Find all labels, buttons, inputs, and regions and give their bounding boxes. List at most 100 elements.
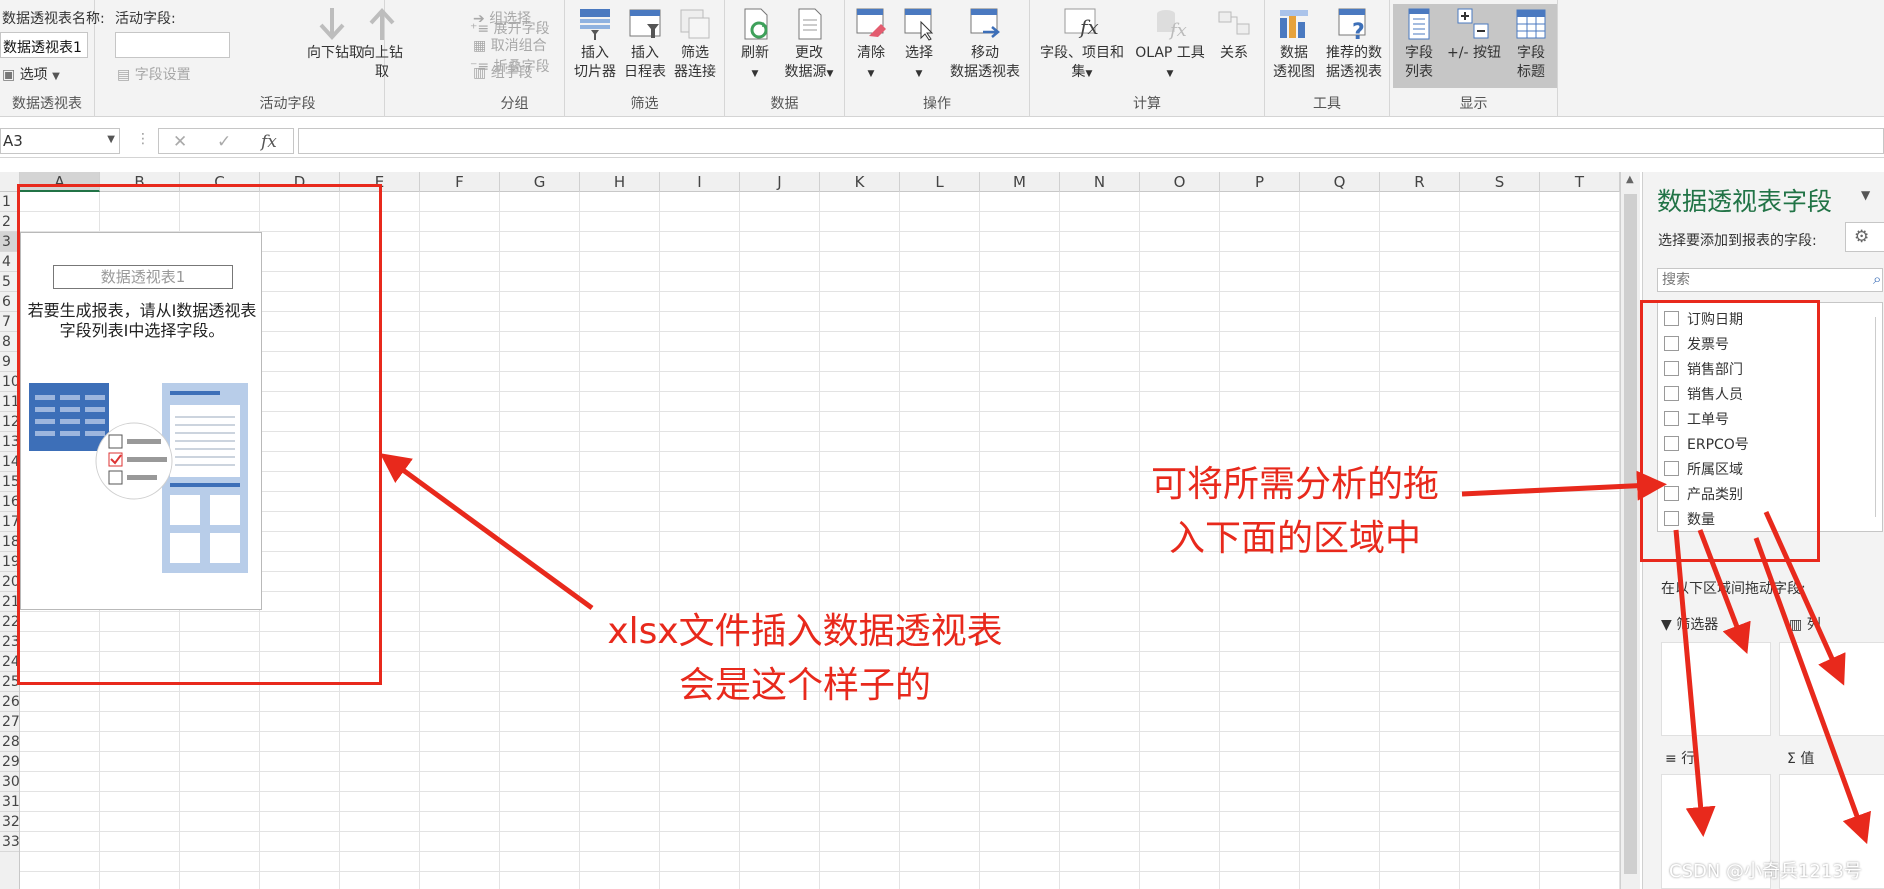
insert-function-icon[interactable]: fx [261, 132, 277, 152]
formula-buttons: ✕ ✓ fx [158, 128, 294, 154]
field-list-scrollbar[interactable] [1875, 317, 1884, 517]
row-header[interactable]: 32 [0, 812, 19, 832]
filters-label: 筛选器 [1676, 617, 1719, 633]
column-header[interactable]: Q [1300, 172, 1380, 192]
field-list-button[interactable]: 字段 列表 [1396, 6, 1442, 82]
column-header[interactable]: K [820, 172, 900, 192]
column-header[interactable]: N [1060, 172, 1140, 192]
group-label-calculations: 计算 [1133, 96, 1161, 112]
more-icon: ⋮ [136, 131, 150, 147]
ungroup-label: 取消组合 [490, 38, 547, 54]
row-header[interactable]: 33 [0, 832, 19, 852]
ungroup-button[interactable]: ▦ 取消组合 [473, 35, 547, 55]
insert-timeline-button[interactable]: 插入 日程表 [621, 6, 669, 82]
row-header[interactable]: 29 [0, 752, 19, 772]
pivot-chart-label-2: 透视图 [1273, 64, 1315, 80]
sigma-icon: Σ [1787, 751, 1796, 767]
options-icon: ▣ [2, 67, 16, 83]
filter-connections-label-2: 器连接 [674, 64, 716, 80]
pivot-chart-label-1: 数据 [1280, 45, 1308, 61]
column-header[interactable]: G [500, 172, 580, 192]
column-header[interactable]: T [1540, 172, 1620, 192]
row-header[interactable]: 28 [0, 732, 19, 752]
group-field-button[interactable]: ▥ 组字段 [473, 62, 533, 82]
relationships-button[interactable]: 关系 [1210, 6, 1258, 63]
group-label-data: 数据 [770, 96, 799, 112]
row-header[interactable]: 27 [0, 712, 19, 732]
svg-text:fx: fx [1168, 20, 1187, 41]
options-button[interactable]: ▣ 选项 ▼ [2, 64, 60, 84]
chevron-down-icon: ▼ [751, 69, 759, 79]
columns-area-header: ▥ 列 [1789, 614, 1821, 634]
field-list-icon [1408, 8, 1430, 40]
excel-window: 数据透视表名称: 数据透视表1 ▣ 选项 ▼ 数据透视表 活动字段: ▤ 字段设… [0, 0, 1884, 889]
column-header[interactable]: M [980, 172, 1060, 192]
column-header[interactable]: L [900, 172, 980, 192]
drill-down-button[interactable]: 向下钻取 [307, 6, 363, 63]
field-settings-button[interactable]: ▤ 字段设置 [117, 64, 191, 84]
column-header[interactable]: R [1380, 172, 1460, 192]
filter-connections-label-1: 筛选 [681, 45, 709, 61]
move-pivot-button[interactable]: 移动 数据透视表 [945, 6, 1025, 82]
svg-text:fx: fx [1078, 15, 1099, 39]
column-header[interactable]: F [420, 172, 500, 192]
column-header[interactable]: H [580, 172, 660, 192]
enter-icon[interactable]: ✓ [217, 132, 231, 152]
recommended-pivot-icon: ? [1338, 8, 1366, 42]
ungroup-icon: ▦ [473, 38, 487, 54]
drill-up-button[interactable]: 向上钻 取 [359, 6, 405, 82]
insert-slicer-label-2: 切片器 [574, 64, 616, 80]
column-header[interactable]: J [740, 172, 820, 192]
recommended-label-2: 据透视表 [1326, 64, 1382, 80]
relationships-icon [1218, 11, 1250, 35]
drill-up-label-2: 取 [375, 64, 389, 80]
row-header[interactable]: 26 [0, 692, 19, 712]
drill-up-label-1: 向上钻 [361, 45, 403, 61]
watermark: CSDN @小奇兵1213号 [1669, 861, 1862, 882]
panel-settings-button[interactable]: ⚙ [1845, 222, 1884, 252]
vertical-scrollbar[interactable]: ▲ [1620, 172, 1640, 889]
row-header[interactable]: 31 [0, 792, 19, 812]
columns-drop-zone[interactable] [1779, 642, 1884, 736]
arrow-up-icon [369, 8, 395, 40]
group-label-show: 显示 [1459, 96, 1488, 112]
select-button[interactable]: 选择 ▼ [897, 6, 941, 84]
formula-input[interactable] [298, 128, 1884, 154]
pivot-name-input[interactable]: 数据透视表1 [0, 32, 88, 58]
group-selection-button[interactable]: ➔ 组选择 [473, 8, 531, 28]
pivot-chart-button[interactable]: 数据 透视图 [1269, 6, 1319, 82]
slicer-icon [580, 9, 610, 40]
rows-label: 行 [1681, 751, 1696, 767]
scroll-up-icon[interactable]: ▲ [1626, 174, 1634, 185]
refresh-label: 刷新 [741, 45, 769, 61]
insert-slicer-button[interactable]: 插入 切片器 [571, 6, 619, 82]
field-headers-button[interactable]: 字段 标题 [1508, 6, 1554, 82]
active-field-input[interactable] [115, 32, 230, 58]
chevron-down-icon: ▼ [52, 71, 60, 82]
name-box[interactable]: A3 ▼ [0, 128, 120, 154]
field-search-input[interactable]: 搜索 [1657, 268, 1883, 292]
fields-items-label-2: 集 [1071, 64, 1086, 80]
column-header[interactable]: P [1220, 172, 1300, 192]
recommended-pivot-button[interactable]: ? 推荐的数 据透视表 [1321, 6, 1387, 82]
filter-connections-button[interactable]: 筛选 器连接 [671, 6, 719, 82]
name-box-value: A3 [3, 132, 23, 150]
column-header[interactable]: S [1460, 172, 1540, 192]
row-header[interactable]: 30 [0, 772, 19, 792]
group-grouping: ➔ 组选择 ▦ 取消组合 ▥ 组字段 分组 [465, 0, 565, 117]
cancel-icon[interactable]: ✕ [173, 132, 187, 152]
refresh-button[interactable]: 刷新 ▼ [733, 6, 777, 84]
relationships-label: 关系 [1220, 45, 1248, 61]
group-label-grouping: 分组 [500, 96, 529, 112]
select-icon [904, 8, 934, 41]
column-header[interactable]: I [660, 172, 740, 192]
clear-button[interactable]: 清除 ▼ [849, 6, 893, 84]
plus-minus-buttons-button[interactable]: +/- 按钮 [1444, 6, 1504, 63]
fields-items-sets-button[interactable]: fx 字段、项目和 集▼ [1036, 6, 1128, 84]
olap-tools-button[interactable]: fx OLAP 工具 ▼ [1130, 6, 1210, 84]
scrollbar-thumb[interactable] [1624, 194, 1637, 874]
change-data-source-button[interactable]: 更改 数据源▼ [779, 6, 839, 84]
column-header[interactable]: O [1140, 172, 1220, 192]
panel-menu-icon[interactable]: ▼ [1861, 188, 1870, 202]
filters-drop-zone[interactable] [1661, 642, 1771, 736]
